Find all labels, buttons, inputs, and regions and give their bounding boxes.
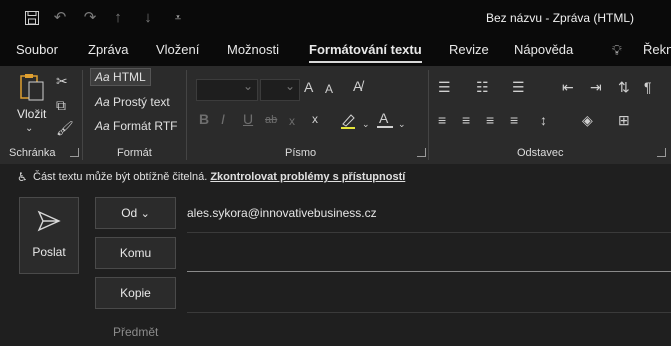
from-address[interactable]: ales.sykora@innovativebusiness.cz <box>187 206 377 220</box>
align-center-icon[interactable]: ≡ <box>462 112 470 128</box>
format-painter-icon[interactable]: 🖌︎ <box>56 120 74 136</box>
undo-icon[interactable]: ↶ <box>52 10 68 26</box>
from-divider <box>187 232 671 233</box>
tab-napoveda[interactable]: Nápověda <box>514 42 573 57</box>
group-label-format: Formát <box>117 147 152 159</box>
accessibility-icon: ♿︎ <box>17 170 28 184</box>
show-formatting-icon[interactable]: ¶ <box>644 79 652 95</box>
font-dialog-launcher[interactable] <box>417 148 426 157</box>
grow-font-icon[interactable]: A <box>304 79 313 95</box>
group-label-clipboard: Schránka <box>9 147 56 159</box>
tab-zprava[interactable]: Zpráva <box>88 42 128 57</box>
shrink-font-icon[interactable]: A <box>325 81 333 97</box>
tab-formatovani-textu[interactable]: Formátování textu <box>309 42 422 63</box>
chevron-down-icon: ⌄ <box>140 208 150 220</box>
infobar-text-wrap: Část textu může být obtížně čitelná. Zko… <box>33 171 405 183</box>
redo-icon[interactable]: ↷ <box>82 10 98 26</box>
ribbon-tabs: Soubor Zpráva Vložení Možnosti Formátová… <box>0 36 671 66</box>
send-icon <box>37 210 61 238</box>
separator <box>82 70 83 160</box>
bullets-icon[interactable]: ☰ <box>438 79 451 95</box>
increase-indent-icon[interactable]: ⇥ <box>590 79 602 95</box>
format-plain-button[interactable]: Aa Prostý text <box>95 95 170 109</box>
strikethrough-icon[interactable]: ab <box>265 112 277 128</box>
format-aa-label: Aa <box>95 95 110 109</box>
superscript-icon[interactable]: x <box>312 111 318 127</box>
bold-icon[interactable]: B <box>199 111 209 127</box>
clear-formatting-icon[interactable]: A̸ <box>353 78 362 94</box>
save-icon[interactable] <box>24 10 40 26</box>
subscript-icon[interactable]: x <box>289 113 295 129</box>
group-label-font: Písmo <box>285 147 317 159</box>
align-left-icon[interactable]: ≡ <box>438 112 446 128</box>
tab-moznosti[interactable]: Možnosti <box>227 42 279 57</box>
format-html-label: HTML <box>113 70 146 84</box>
paste-label[interactable]: Vložit <box>17 107 46 121</box>
underline-icon[interactable]: U <box>243 111 253 127</box>
decrease-indent-icon[interactable]: ⇤ <box>562 79 574 95</box>
tab-vlozeni[interactable]: Vložení <box>156 42 199 57</box>
format-aa-label: Aa <box>95 70 110 84</box>
send-label: Poslat <box>32 245 66 259</box>
clipboard-dialog-launcher[interactable] <box>70 148 79 157</box>
cc-divider[interactable] <box>187 312 671 313</box>
numbering-icon[interactable]: ☷ <box>476 79 489 95</box>
highlight-icon[interactable] <box>339 112 359 133</box>
line-spacing-icon[interactable]: ↕ <box>540 112 547 128</box>
sort-icon[interactable]: ⇅ <box>618 79 630 95</box>
infobar-message: Část textu může být obtížně čitelná. <box>33 171 208 183</box>
from-label: Od <box>121 206 138 220</box>
separator <box>186 70 187 160</box>
ribbon: Vložit ⌄ ✂ ⧉ 🖌︎ Schránka Aa HTML Aa Pros… <box>0 66 671 164</box>
chevron-down-icon[interactable]: ⌄ <box>25 121 33 137</box>
align-right-icon[interactable]: ≡ <box>486 112 494 128</box>
tab-soubor[interactable]: Soubor <box>16 42 58 57</box>
format-rtf-label: Formát RTF <box>113 119 178 133</box>
italic-icon[interactable]: I <box>221 111 225 127</box>
font-color-icon[interactable]: A <box>376 110 394 133</box>
cut-icon[interactable]: ✂ <box>56 73 68 89</box>
font-family-select[interactable] <box>196 79 258 101</box>
separator <box>428 70 429 160</box>
multilevel-list-icon[interactable]: ☰ <box>512 79 525 95</box>
check-accessibility-link[interactable]: Zkontrolovat problémy s přístupností <box>210 171 405 183</box>
from-button[interactable]: Od ⌄ <box>95 197 176 229</box>
chevron-down-icon[interactable]: ⌄ <box>398 116 406 132</box>
format-rtf-button[interactable]: Aa Formát RTF <box>95 119 177 133</box>
borders-icon[interactable]: ⊞ <box>618 112 630 128</box>
down-arrow-icon[interactable]: ↓ <box>140 10 156 26</box>
customize-icon[interactable]: ⩡ <box>170 10 186 26</box>
up-arrow-icon[interactable]: ↑ <box>110 10 126 26</box>
tab-revize[interactable]: Revize <box>449 42 489 57</box>
send-button[interactable]: Poslat <box>19 197 79 274</box>
subject-field[interactable]: Předmět <box>113 325 158 339</box>
cc-button[interactable]: Kopie <box>95 277 176 309</box>
svg-text:A: A <box>379 110 389 126</box>
tab-tell-me[interactable]: Řekn <box>643 42 671 57</box>
to-button[interactable]: Komu <box>95 237 176 269</box>
chevron-down-icon[interactable]: ⌄ <box>362 116 370 132</box>
shading-icon[interactable]: ◈ <box>582 112 593 128</box>
paste-icon[interactable] <box>19 72 47 102</box>
format-plain-label: Prostý text <box>113 95 170 109</box>
lightbulb-icon[interactable]: 💡︎ <box>612 42 622 58</box>
accessibility-infobar: ♿︎ Část textu může být obtížně čitelná. … <box>0 164 671 192</box>
paragraph-dialog-launcher[interactable] <box>657 148 666 157</box>
to-input-underline[interactable] <box>187 271 671 272</box>
window-title: Bez názvu - Zpráva (HTML) <box>486 11 635 25</box>
format-html-button[interactable]: Aa HTML <box>90 68 151 86</box>
font-size-select[interactable] <box>260 79 300 101</box>
justify-icon[interactable]: ≡ <box>510 112 518 128</box>
group-label-paragraph: Odstavec <box>517 147 564 159</box>
title-bar: ↶ ↷ ↑ ↓ ⩡ Bez názvu - Zpráva (HTML) <box>0 0 671 36</box>
format-aa-label: Aa <box>95 119 110 133</box>
copy-icon[interactable]: ⧉ <box>56 97 66 113</box>
